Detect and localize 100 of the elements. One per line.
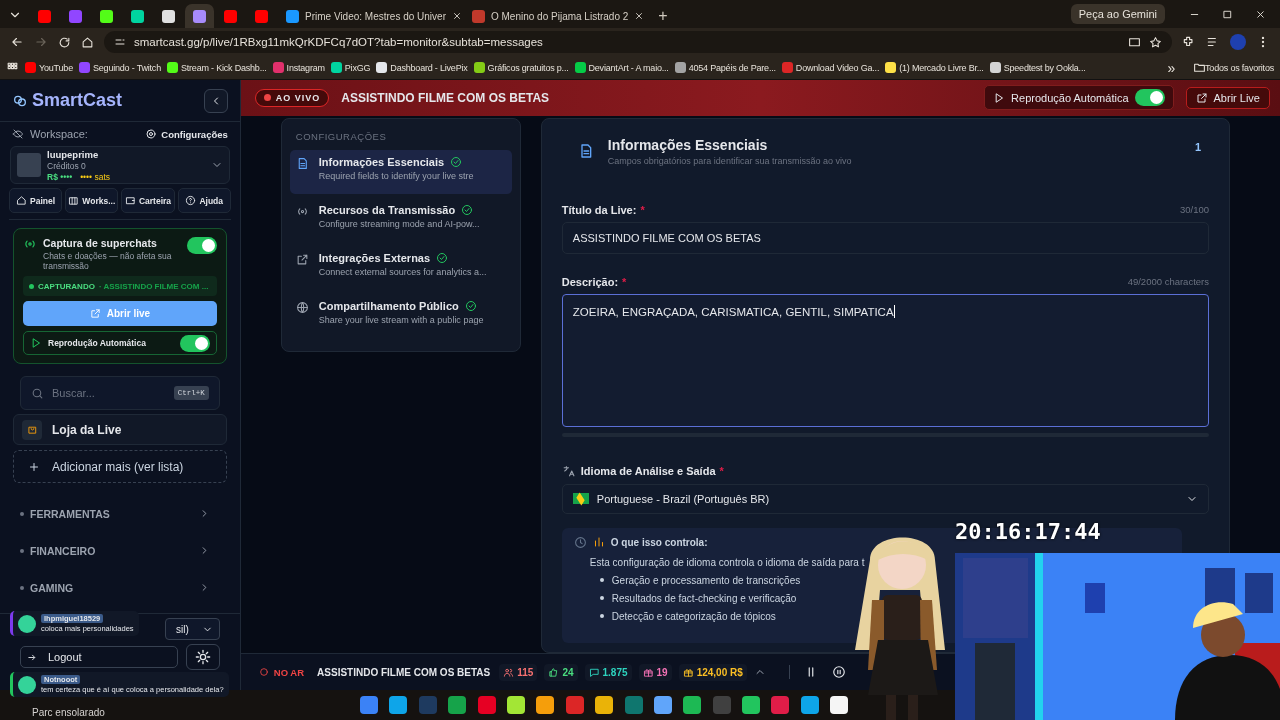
autoplay-label: Reprodução Automática: [1011, 91, 1129, 104]
stream-title: ASSISTINDO FILME COM OS BETAS: [341, 90, 550, 105]
bookmark-link[interactable]: PixGG: [344, 62, 371, 73]
taskbar-app-icon[interactable]: [448, 696, 467, 714]
language-select[interactable]: sil): [165, 618, 220, 640]
open-live-button[interactable]: Abrir Live: [1185, 86, 1270, 109]
close-icon[interactable]: [452, 11, 462, 21]
required-mark: *: [640, 203, 645, 216]
nav-icon: [68, 195, 80, 206]
address-bar[interactable]: smartcast.gg/p/live/1RBxg11mkQrKDFCq7dOT?tab=monitor&subtab=messages: [104, 31, 1172, 53]
extensions-icon[interactable]: [1182, 35, 1196, 49]
reload-icon[interactable]: [58, 35, 71, 49]
stat-icon: [588, 666, 600, 678]
panel-heading: CONFIGURAÇÕES: [294, 129, 388, 144]
bookmark-link[interactable]: Gráficos gratuitos p...: [487, 62, 569, 73]
browser-tab[interactable]: [185, 4, 214, 28]
bookmark-link[interactable]: Dashboard - LivePix: [390, 62, 468, 73]
new-tab-button[interactable]: +: [652, 4, 674, 28]
add-more-button[interactable]: Adicionar mais (ver lista): [13, 450, 227, 483]
nav-icon: [16, 195, 28, 206]
superchat-subtitle: Chats e doações — não afeta sua transmissão: [43, 251, 173, 271]
settings-nav-item[interactable]: Informações Essenciais Required fields to identify your live stre: [289, 149, 512, 194]
home-icon[interactable]: [81, 35, 94, 49]
nav-button[interactable]: Ajuda: [177, 188, 231, 213]
toggle-switch[interactable]: [186, 237, 217, 254]
more-bookmarks-button[interactable]: »: [1167, 59, 1176, 76]
play-icon: [993, 91, 1006, 104]
back-icon[interactable]: [10, 35, 24, 49]
bookmark-link[interactable]: 4054 Papéis de Pare...: [688, 62, 776, 73]
superchat-title: Captura de superchats: [43, 237, 158, 249]
field-label: Título da Live:: [561, 203, 637, 216]
install-icon[interactable]: [1128, 35, 1141, 49]
bookmark-star-icon[interactable]: [1149, 35, 1162, 49]
taskbar-app-icon[interactable]: [830, 696, 849, 714]
settings-link[interactable]: Configurações: [145, 128, 228, 140]
theme-button[interactable]: [185, 644, 220, 670]
clock-icon: [573, 535, 587, 549]
stream-timer: 20:16:17:44: [955, 519, 1101, 544]
toggle-switch[interactable]: [1134, 89, 1165, 107]
taskbar-app-icon[interactable]: [536, 696, 555, 714]
stat-chip: 1.875: [584, 663, 632, 681]
stat-icon: [682, 666, 694, 678]
close-icon[interactable]: [634, 11, 645, 21]
bookmark-link[interactable]: Download Video Ga...: [795, 62, 880, 73]
character-counter: 49/2000 characters: [1127, 276, 1209, 288]
bookmark-link[interactable]: Seguindo - Twitch: [92, 62, 161, 73]
settings-nav-item[interactable]: Recursos da Transmissão Configure streaming mode and AI-pow...: [289, 197, 512, 242]
nav-button[interactable]: Painel: [9, 188, 63, 213]
settings-icon: [145, 128, 158, 140]
account-switcher[interactable]: luupeprime Créditos 0 R$ •••• •••• sats: [10, 146, 230, 184]
toggle-switch[interactable]: [179, 334, 210, 352]
stat-chip: 124,00 R$: [678, 663, 747, 681]
workspace-label: Workspace:: [30, 128, 88, 140]
stat-icon: [548, 666, 560, 678]
language-select[interactable]: Portuguese - Brazil (Português BR): [561, 483, 1209, 514]
restore-icon[interactable]: [1222, 9, 1233, 20]
app-logo: SmartCast: [32, 90, 123, 111]
taskbar-app-icon[interactable]: [506, 696, 525, 714]
nav-button[interactable]: Carteira: [121, 188, 175, 213]
nav-icon: [185, 195, 197, 206]
pause-circle-icon[interactable]: [832, 665, 846, 680]
external-link-icon: [89, 308, 101, 319]
taskbar-app-icon[interactable]: [800, 696, 819, 714]
gemini-button[interactable]: Peça ao Gemini: [1070, 4, 1165, 24]
bookmark-link[interactable]: Stream - Kick Dashb...: [180, 62, 267, 73]
store-item[interactable]: Loja da Live: [13, 414, 227, 445]
bookmark-link[interactable]: Instagram: [286, 62, 325, 73]
translate-icon: [561, 464, 575, 478]
description-field[interactable]: ZOEIRA, ENGRAÇADA, CARISMATICA, GENTIL, SIMPATICA: [561, 293, 1209, 427]
bookmark-link[interactable]: Speedtest by Ookla...: [1003, 62, 1086, 73]
sidebar-section[interactable]: FINANCEIRO: [0, 532, 240, 569]
avatar-icon: [18, 675, 36, 694]
taskbar-app-icon[interactable]: [389, 696, 408, 714]
bookmark-folder[interactable]: Todos os favoritos: [1205, 62, 1274, 73]
taskbar-app-icon[interactable]: [595, 696, 614, 714]
title-field[interactable]: ASSISTINDO FILME COM OS BETAS: [561, 221, 1209, 254]
account-name: luupeprime: [47, 148, 100, 160]
stream-title: ASSISTINDO FILME COM OS BETAS: [317, 666, 491, 678]
taskbar-app-icon[interactable]: [653, 696, 672, 714]
settings-nav-item[interactable]: Integrações Externas Connect external sources for analytics a...: [289, 245, 512, 290]
capture-status: CAPTURANDO · ASSISTINDO FILME COM ...: [23, 276, 217, 296]
bookmark-link[interactable]: YouTube: [39, 62, 73, 73]
folder-icon: [1193, 61, 1207, 74]
brazil-flag-icon: [572, 493, 589, 505]
close-icon[interactable]: [1255, 9, 1266, 20]
external-link-icon: [1195, 91, 1208, 104]
field-label: Idioma de Análise e Saída: [580, 465, 716, 478]
sidebar-section[interactable]: FERRAMENTAS: [0, 495, 240, 532]
nav-button[interactable]: Works...: [65, 188, 119, 213]
taskbar-app-icon[interactable]: [742, 696, 761, 714]
logout-button[interactable]: Logout: [20, 646, 178, 668]
bookmark-link[interactable]: DeviantArt - A maio...: [588, 62, 669, 73]
settings-nav-item[interactable]: Compartilhamento Público Share your live stream with a public page: [289, 293, 512, 338]
forward-icon[interactable]: [34, 35, 48, 49]
avatar-icon: [17, 153, 41, 177]
taskbar-app-icon[interactable]: [683, 696, 702, 714]
bar-chart-icon: [592, 536, 605, 549]
character-counter: 30/100: [1179, 204, 1209, 216]
sidebar-section[interactable]: GAMING: [0, 569, 240, 606]
bookmark-link[interactable]: (1) Mercado Livre Br...: [899, 62, 984, 73]
